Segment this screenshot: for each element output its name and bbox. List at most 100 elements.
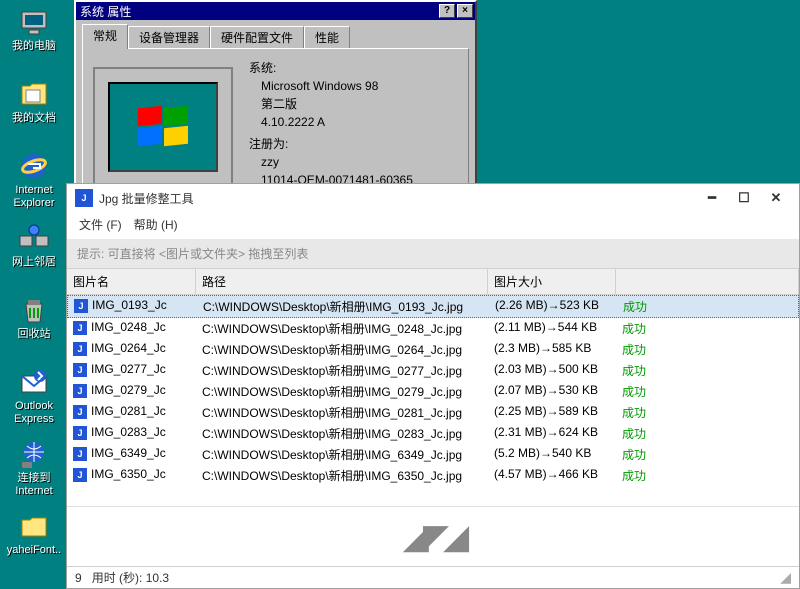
close-button[interactable]: ×: [457, 4, 473, 18]
sysprops-titlebar[interactable]: 系统 属性 ? ×: [76, 2, 475, 20]
table-row[interactable]: JIMG_0193_JcC:\WINDOWS\Desktop\新相册\IMG_0…: [67, 295, 799, 318]
cell-status: 成功: [616, 382, 799, 401]
jpgtool-titlebar[interactable]: J Jpg 批量修整工具 ━ ☐ ✕: [67, 184, 799, 212]
connect-to-internet-icon-glyph: [18, 438, 50, 470]
outlook-express-icon[interactable]: Outlook Express: [4, 366, 64, 426]
cell-path: C:\WINDOWS\Desktop\新相册\IMG_0193_Jc.jpg: [197, 297, 489, 316]
desktop-icon-label: 我的文档: [4, 112, 64, 125]
cell-status: 成功: [616, 445, 799, 464]
jpg-file-icon: J: [73, 363, 87, 377]
cell-status: 成功: [616, 466, 799, 485]
close-button[interactable]: ✕: [761, 188, 791, 208]
my-computer-icon[interactable]: 我的电脑: [4, 6, 64, 53]
my-documents-icon[interactable]: 我的文档: [4, 78, 64, 125]
recycle-bin-icon[interactable]: 回收站: [4, 294, 64, 341]
desktop-icon-label: 连接到 Internet: [4, 472, 64, 498]
menu-help[interactable]: 帮助 (H): [130, 214, 182, 235]
jpg-file-icon: J: [73, 405, 87, 419]
cell-filename: JIMG_0277_Jc: [67, 361, 196, 380]
network-neighborhood-icon-glyph: [18, 222, 50, 254]
cell-size: (2.31 MB)→624 KB: [488, 424, 616, 443]
cell-status: 成功: [616, 340, 799, 359]
col-header-size[interactable]: 图片大小: [488, 269, 616, 294]
network-neighborhood-icon[interactable]: 网上邻居: [4, 222, 64, 269]
cell-size: (2.3 MB)→585 KB: [488, 340, 616, 359]
menu-bar: 文件 (F) 帮助 (H): [67, 212, 799, 239]
outlook-express-icon-glyph: [18, 366, 50, 398]
monitor-graphic: [93, 67, 233, 187]
cell-filename: JIMG_6349_Jc: [67, 445, 196, 464]
cell-path: C:\WINDOWS\Desktop\新相册\IMG_0277_Jc.jpg: [196, 361, 488, 380]
table-row[interactable]: JIMG_0281_JcC:\WINDOWS\Desktop\新相册\IMG_0…: [67, 402, 799, 423]
recycle-bin-icon-glyph: [18, 294, 50, 326]
cell-size: (2.25 MB)→589 KB: [488, 403, 616, 422]
cell-path: C:\WINDOWS\Desktop\新相册\IMG_6350_Jc.jpg: [196, 466, 488, 485]
cell-status: 成功: [617, 297, 798, 316]
file-list[interactable]: JIMG_0193_JcC:\WINDOWS\Desktop\新相册\IMG_0…: [67, 295, 799, 506]
desktop-icon-label: Internet Explorer: [4, 184, 64, 210]
ie-icon[interactable]: Internet Explorer: [4, 150, 64, 210]
table-row[interactable]: JIMG_6350_JcC:\WINDOWS\Desktop\新相册\IMG_6…: [67, 465, 799, 486]
desktop-icon-label: yaheiFont..: [4, 544, 64, 557]
jpg-file-icon: J: [73, 342, 87, 356]
table-row[interactable]: JIMG_0283_JcC:\WINDOWS\Desktop\新相册\IMG_0…: [67, 423, 799, 444]
cell-status: 成功: [616, 319, 799, 338]
my-documents-icon-glyph: [18, 78, 50, 110]
list-header: 图片名 路径 图片大小: [67, 268, 799, 295]
jpg-file-icon: J: [73, 426, 87, 440]
tab-general[interactable]: 常规: [82, 24, 128, 49]
table-row[interactable]: JIMG_0277_JcC:\WINDOWS\Desktop\新相册\IMG_0…: [67, 360, 799, 381]
help-button[interactable]: ?: [439, 4, 455, 18]
table-row[interactable]: JIMG_0279_JcC:\WINDOWS\Desktop\新相册\IMG_0…: [67, 381, 799, 402]
table-row[interactable]: JIMG_0264_JcC:\WINDOWS\Desktop\新相册\IMG_0…: [67, 339, 799, 360]
col-header-name[interactable]: 图片名: [67, 269, 196, 294]
table-row[interactable]: JIMG_0248_JcC:\WINDOWS\Desktop\新相册\IMG_0…: [67, 318, 799, 339]
menu-file[interactable]: 文件 (F): [75, 214, 126, 235]
jpg-file-icon: J: [73, 468, 87, 482]
sysprops-tabstrip: 常规设备管理器硬件配置文件性能: [82, 24, 469, 48]
tab-device-manager[interactable]: 设备管理器: [128, 26, 210, 48]
cell-path: C:\WINDOWS\Desktop\新相册\IMG_0264_Jc.jpg: [196, 340, 488, 359]
maximize-button[interactable]: ☐: [729, 188, 759, 208]
resize-grip-icon[interactable]: ◢: [780, 569, 791, 586]
tab-hardware-profiles[interactable]: 硬件配置文件: [210, 26, 304, 48]
status-text: 9 用时 (秒): 10.3: [75, 569, 169, 586]
cell-size: (2.26 MB)→523 KB: [489, 297, 617, 316]
cell-status: 成功: [616, 403, 799, 422]
cell-filename: JIMG_0193_Jc: [68, 297, 197, 316]
connect-to-internet-icon[interactable]: 连接到 Internet: [4, 438, 64, 498]
windows-logo-icon: [138, 107, 188, 147]
status-bar: 9 用时 (秒): 10.3 ◢: [67, 566, 799, 588]
sysprops-title: 系统 属性: [78, 3, 437, 20]
app-logo-icon: ◢◤◢: [403, 517, 463, 557]
desktop-icon-label: 回收站: [4, 328, 64, 341]
minimize-button[interactable]: ━: [697, 188, 727, 208]
cell-path: C:\WINDOWS\Desktop\新相册\IMG_0279_Jc.jpg: [196, 382, 488, 401]
desktop-icon-label: 网上邻居: [4, 256, 64, 269]
logo-area: ◢◤◢: [67, 506, 799, 566]
cell-path: C:\WINDOWS\Desktop\新相册\IMG_6349_Jc.jpg: [196, 445, 488, 464]
yaheifont-folder-icon[interactable]: yaheiFont..: [4, 510, 64, 557]
jpg-file-icon: J: [74, 299, 88, 313]
cell-filename: JIMG_0248_Jc: [67, 319, 196, 338]
col-header-status[interactable]: [616, 269, 799, 294]
cell-filename: JIMG_6350_Jc: [67, 466, 196, 485]
cell-filename: JIMG_0281_Jc: [67, 403, 196, 422]
cell-size: (2.07 MB)→530 KB: [488, 382, 616, 401]
desktop-icon-label: 我的电脑: [4, 40, 64, 53]
col-header-path[interactable]: 路径: [196, 269, 488, 294]
jpg-batch-tool-window: J Jpg 批量修整工具 ━ ☐ ✕ 文件 (F) 帮助 (H) 提示: 可直接…: [66, 183, 800, 589]
cell-path: C:\WINDOWS\Desktop\新相册\IMG_0283_Jc.jpg: [196, 424, 488, 443]
jpg-file-icon: J: [73, 321, 87, 335]
cell-size: (4.57 MB)→466 KB: [488, 466, 616, 485]
ie-icon-glyph: [18, 150, 50, 182]
cell-filename: JIMG_0264_Jc: [67, 340, 196, 359]
tab-performance[interactable]: 性能: [304, 26, 350, 48]
cell-filename: JIMG_0279_Jc: [67, 382, 196, 401]
cell-path: C:\WINDOWS\Desktop\新相册\IMG_0248_Jc.jpg: [196, 319, 488, 338]
cell-size: (2.03 MB)→500 KB: [488, 361, 616, 380]
desktop-icon-label: Outlook Express: [4, 400, 64, 426]
table-row[interactable]: JIMG_6349_JcC:\WINDOWS\Desktop\新相册\IMG_6…: [67, 444, 799, 465]
cell-filename: JIMG_0283_Jc: [67, 424, 196, 443]
hint-bar: 提示: 可直接将 <图片或文件夹> 拖拽至列表: [67, 239, 799, 268]
